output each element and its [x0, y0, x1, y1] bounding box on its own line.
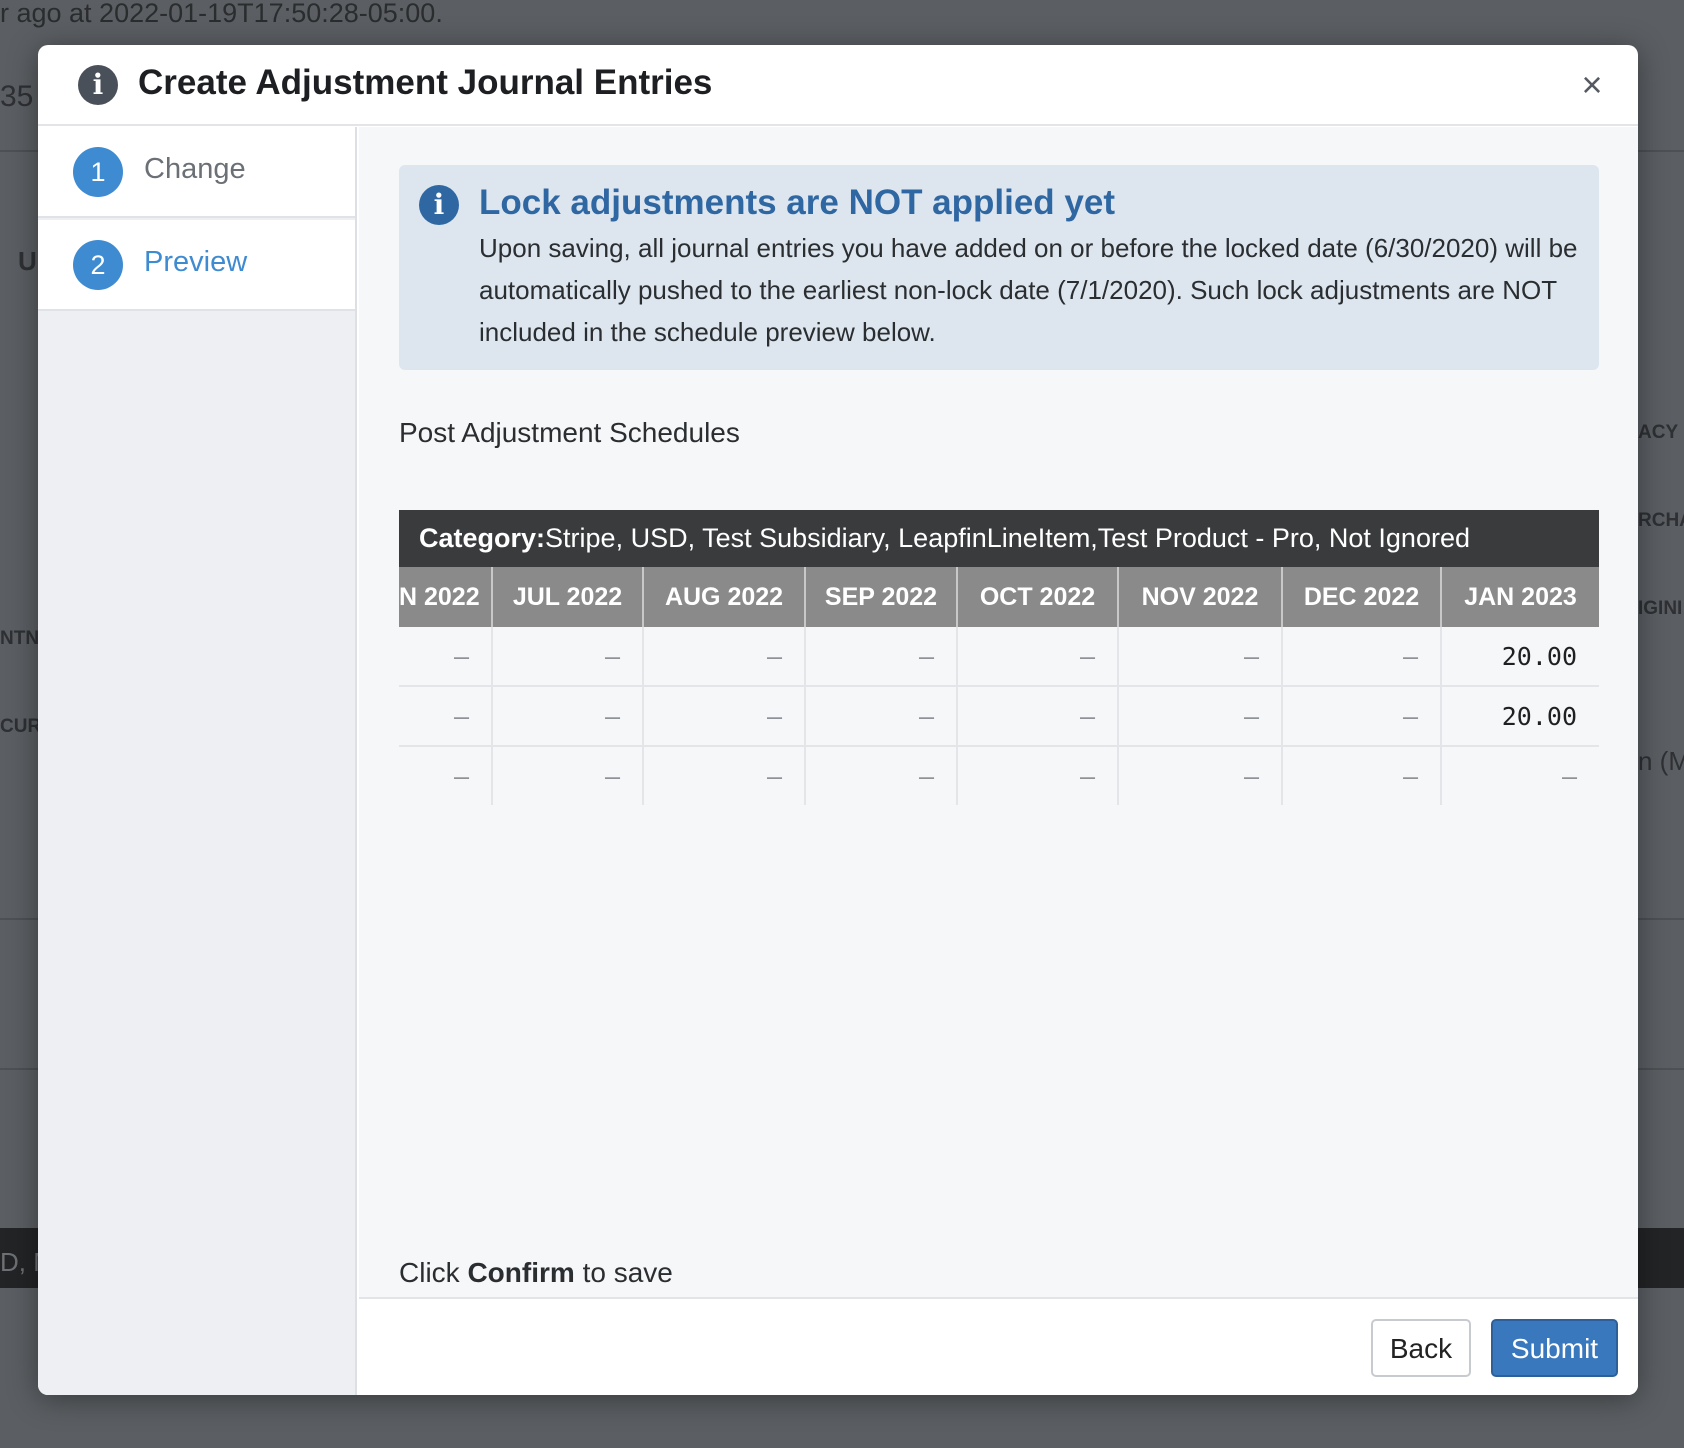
- column-header: NOV 2022: [1119, 567, 1283, 627]
- table-cell: –: [644, 627, 806, 687]
- modal-footer: Back Submit: [359, 1297, 1638, 1395]
- column-header: DEC 2022: [1283, 567, 1442, 627]
- table-cell: –: [806, 687, 958, 747]
- wizard-steps-sidebar: 1 Change 2 Preview: [38, 127, 357, 1395]
- confirm-prefix: Click: [399, 1257, 460, 1288]
- info-icon: i: [419, 185, 459, 225]
- table-cell: –: [958, 747, 1119, 805]
- table-cell: –: [1283, 687, 1442, 747]
- step-preview[interactable]: 2 Preview: [38, 220, 355, 311]
- table-cell: –: [399, 687, 493, 747]
- background-timestamp-text: r ago at 2022-01-19T17:50:28-05:00.: [0, 0, 443, 28]
- confirm-instruction: Click Confirm to save: [399, 1257, 673, 1289]
- background-number-fragment: 35: [0, 80, 34, 113]
- background-fragment: IGINI: [1638, 598, 1683, 619]
- table-row: – – – – – – – 20.00: [399, 627, 1599, 687]
- table-cell: –: [1119, 627, 1283, 687]
- lock-adjustment-alert: i Lock adjustments are NOT applied yet U…: [399, 165, 1599, 370]
- column-header: N 2022: [399, 567, 493, 627]
- table-cell: –: [493, 747, 644, 805]
- table-cell: –: [644, 747, 806, 805]
- background-fragment: RCHA: [1638, 510, 1684, 531]
- step-number-badge: 2: [73, 240, 123, 290]
- table-cell: –: [1283, 747, 1442, 805]
- step-number-badge: 1: [73, 147, 123, 197]
- back-button[interactable]: Back: [1371, 1319, 1471, 1377]
- confirm-keyword: Confirm: [467, 1257, 575, 1288]
- section-heading: Post Adjustment Schedules: [399, 417, 740, 448]
- table-cell: –: [958, 687, 1119, 747]
- table-cell: –: [806, 747, 958, 805]
- table-cell: –: [493, 687, 644, 747]
- background-fragment: n (M: [1638, 746, 1684, 776]
- adjustment-journal-modal: i Create Adjustment Journal Entries × 1 …: [38, 45, 1638, 1395]
- table-row: – – – – – – – 20.00: [399, 687, 1599, 747]
- column-header: JUL 2022: [493, 567, 644, 627]
- table-cell: –: [806, 627, 958, 687]
- schedule-table[interactable]: Category:Stripe, USD, Test Subsidiary, L…: [399, 510, 1599, 805]
- table-cell: 20.00: [1501, 642, 1577, 671]
- close-icon[interactable]: ×: [1572, 63, 1612, 107]
- category-prefix: Category:: [419, 523, 546, 553]
- step-label: Preview: [144, 246, 248, 278]
- category-bar: Category:Stripe, USD, Test Subsidiary, L…: [399, 510, 1599, 567]
- table-cell: –: [958, 627, 1119, 687]
- step-label: Change: [144, 153, 246, 185]
- background-fragment: NTN: [0, 628, 40, 649]
- table-cell: –: [1283, 627, 1442, 687]
- alert-body: Upon saving, all journal entries you hav…: [479, 233, 1578, 347]
- table-cell: –: [1119, 747, 1283, 805]
- table-row: – – – – – – – –: [399, 747, 1599, 805]
- table-cell: 20.00: [1501, 702, 1577, 731]
- column-header-row: N 2022 JUL 2022 AUG 2022 SEP 2022 OCT 20…: [399, 567, 1599, 627]
- modal-title: Create Adjustment Journal Entries: [138, 63, 713, 102]
- table-cell: –: [493, 627, 644, 687]
- table-cell: –: [399, 627, 493, 687]
- column-header: SEP 2022: [806, 567, 958, 627]
- step-change[interactable]: 1 Change: [38, 127, 355, 218]
- table-cell: –: [1119, 687, 1283, 747]
- submit-button[interactable]: Submit: [1491, 1319, 1618, 1377]
- background-fragment: U: [18, 246, 37, 276]
- table-cell: –: [1561, 762, 1577, 791]
- preview-content: i Lock adjustments are NOT applied yet U…: [359, 127, 1638, 1297]
- table-cell: –: [399, 747, 493, 805]
- table-cell: –: [644, 687, 806, 747]
- info-icon: i: [78, 65, 118, 105]
- column-header: AUG 2022: [644, 567, 806, 627]
- column-header: OCT 2022: [958, 567, 1119, 627]
- modal-header: i Create Adjustment Journal Entries ×: [38, 45, 1638, 126]
- background-fragment: ACY: [1638, 422, 1679, 443]
- confirm-suffix: to save: [582, 1257, 673, 1288]
- column-header: JAN 2023: [1464, 583, 1577, 611]
- alert-title: Lock adjustments are NOT applied yet: [479, 183, 1115, 222]
- category-value: Stripe, USD, Test Subsidiary, LeapfinLin…: [545, 523, 1470, 553]
